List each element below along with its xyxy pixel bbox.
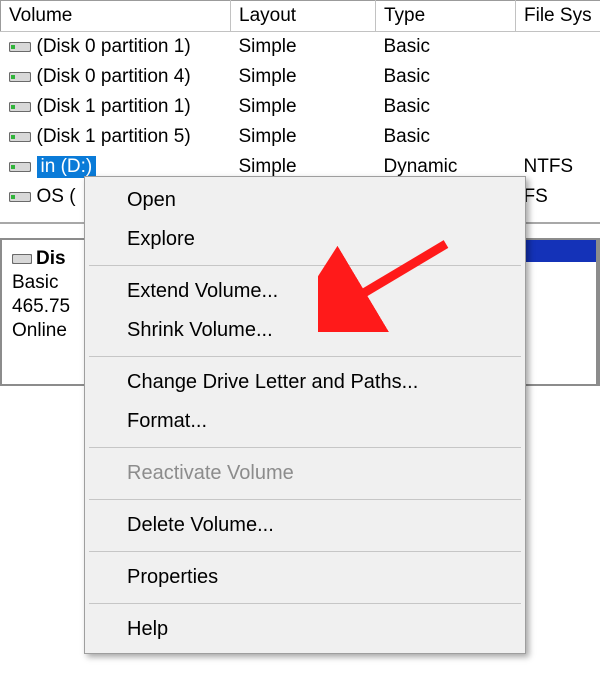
menu-item-change[interactable]: Change Drive Letter and Paths... — [87, 363, 523, 402]
volume-name: (Disk 1 partition 1) — [37, 96, 191, 118]
menu-item-reactivate: Reactivate Volume — [87, 454, 523, 493]
table-row[interactable]: (Disk 1 partition 1) SimpleBasic — [1, 92, 600, 122]
volume-filesys: NTFS — [516, 152, 600, 182]
volume-filesys — [516, 62, 600, 92]
table-row[interactable]: (Disk 1 partition 5) SimpleBasic — [1, 122, 600, 152]
volume-name: (Disk 1 partition 5) — [37, 126, 191, 148]
menu-item-explore[interactable]: Explore — [87, 220, 523, 259]
volume-type: Basic — [376, 32, 516, 63]
context-menu: Open Explore Extend Volume... Shrink Vol… — [84, 176, 526, 654]
column-header-layout[interactable]: Layout — [231, 1, 376, 32]
volume-layout: Simple — [231, 92, 376, 122]
menu-item-format[interactable]: Format... — [87, 402, 523, 441]
volume-filesys — [516, 92, 600, 122]
volume-icon — [9, 101, 31, 113]
table-row[interactable]: (Disk 0 partition 4) SimpleBasic — [1, 62, 600, 92]
volume-type: Basic — [376, 92, 516, 122]
menu-item-properties[interactable]: Properties — [87, 558, 523, 597]
volume-icon — [9, 131, 31, 143]
volume-icon — [9, 71, 31, 83]
volume-name: OS ( — [37, 186, 76, 208]
column-header-volume[interactable]: Volume — [1, 1, 231, 32]
volume-name: (Disk 0 partition 4) — [37, 66, 191, 88]
menu-item-help[interactable]: Help — [87, 610, 523, 649]
volume-filesys — [516, 122, 600, 152]
volume-layout: Simple — [231, 122, 376, 152]
column-header-type[interactable]: Type — [376, 1, 516, 32]
menu-item-shrink[interactable]: Shrink Volume... — [87, 311, 523, 350]
volume-icon — [9, 41, 31, 53]
volume-icon — [9, 161, 31, 173]
table-row[interactable]: (Disk 0 partition 1) SimpleBasic — [1, 32, 600, 63]
volume-icon — [9, 191, 31, 203]
column-header-filesys[interactable]: File Sys — [516, 1, 600, 32]
volume-filesys: FS — [516, 182, 600, 212]
menu-item-delete[interactable]: Delete Volume... — [87, 506, 523, 545]
volume-filesys — [516, 32, 600, 63]
disk-name: Dis — [36, 248, 66, 269]
volume-name: (Disk 0 partition 1) — [37, 36, 191, 58]
menu-item-extend[interactable]: Extend Volume... — [87, 272, 523, 311]
menu-item-open[interactable]: Open — [87, 181, 523, 220]
volume-type: Basic — [376, 62, 516, 92]
volume-name: in (D:) — [37, 156, 97, 178]
volume-layout: Simple — [231, 32, 376, 63]
volume-layout: Simple — [231, 62, 376, 92]
volume-type: Basic — [376, 122, 516, 152]
disk-icon — [12, 252, 32, 266]
